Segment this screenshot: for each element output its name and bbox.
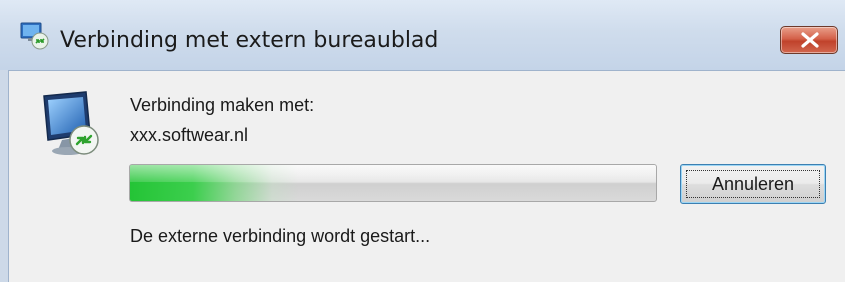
progress-fill [130,165,656,201]
remote-desktop-monitor-icon [38,90,104,160]
close-button[interactable] [780,26,838,54]
window-frame-left [0,70,9,282]
cancel-button-label: Annuleren [711,174,795,194]
connection-progress-bar [129,164,657,202]
remote-desktop-icon [20,22,50,50]
host-name: xxx.softwear.nl [130,125,249,145]
title-bar: Verbinding met extern bureaublad [0,0,845,71]
status-text: De externe verbinding wordt gestart... [130,226,431,246]
cancel-button[interactable]: Annuleren [680,164,826,204]
connecting-label: Verbinding maken met: [130,95,315,115]
window-title: Verbinding met extern bureaublad [60,28,439,53]
close-icon [801,32,819,48]
remote-desktop-dialog: Verbinding met extern bureaublad Verbind… [0,0,845,282]
